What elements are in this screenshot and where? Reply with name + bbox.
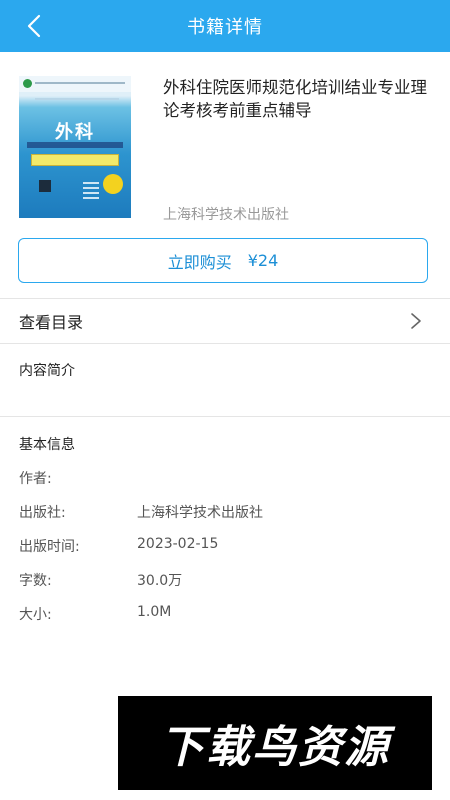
cover-title: 外科 [55, 122, 95, 143]
buy-label: 立即购买 [167, 252, 232, 272]
chevron-left-icon [27, 14, 41, 38]
info-value: 2023-02-15 [137, 536, 219, 552]
buy-price: ¥24 [247, 251, 279, 270]
info-key: 大小: [19, 607, 52, 623]
buy-now-button[interactable]: 立即购买 ¥24 [18, 238, 428, 283]
cover-subtitle-band [27, 142, 123, 148]
chevron-right-icon [411, 313, 421, 329]
book-cover-image: 外科 [19, 76, 131, 218]
book-title: 外科住院医师规范化培训结业专业理论考核考前重点辅导 [163, 78, 427, 120]
cover-text-lines [83, 182, 99, 202]
watermark-banner: 下载鸟资源 [118, 696, 432, 790]
info-value: 30.0万 [137, 573, 183, 589]
book-publisher: 上海科学技术出版社 [163, 207, 289, 223]
catalog-label: 查看目录 [19, 313, 84, 332]
page-title: 书籍详情 [187, 17, 263, 38]
info-key: 作者: [19, 471, 52, 487]
cover-text-line [35, 82, 125, 84]
qr-code-icon [39, 180, 51, 192]
book-summary: 外科 外科住院医师规范化培训结业专业理论考核考前重点辅导 上海科学技术出版社 立… [0, 52, 450, 298]
info-key: 字数: [19, 573, 52, 589]
info-value: 1.0M [137, 604, 172, 620]
top-bar: 书籍详情 [0, 0, 450, 52]
basic-info-title: 基本信息 [19, 437, 75, 453]
publisher-logo-icon [23, 79, 32, 88]
book-detail-screen: 书籍详情 外科 外科住院医师规范化培训结业专业理论考核考前重点辅导 上海科学技术… [0, 0, 450, 800]
cover-yellow-band [31, 154, 119, 166]
info-key: 出版社: [19, 505, 66, 521]
divider [0, 343, 450, 344]
back-button[interactable] [12, 0, 56, 52]
intro-label: 内容简介 [19, 363, 75, 379]
cover-top-strip [19, 76, 131, 92]
cover-badge-icon [103, 174, 123, 194]
divider [0, 416, 450, 417]
cover-text-line [35, 98, 119, 100]
info-value: 上海科学技术出版社 [137, 505, 263, 521]
view-catalog-row[interactable]: 查看目录 [0, 299, 450, 343]
info-key: 出版时间: [19, 539, 80, 555]
